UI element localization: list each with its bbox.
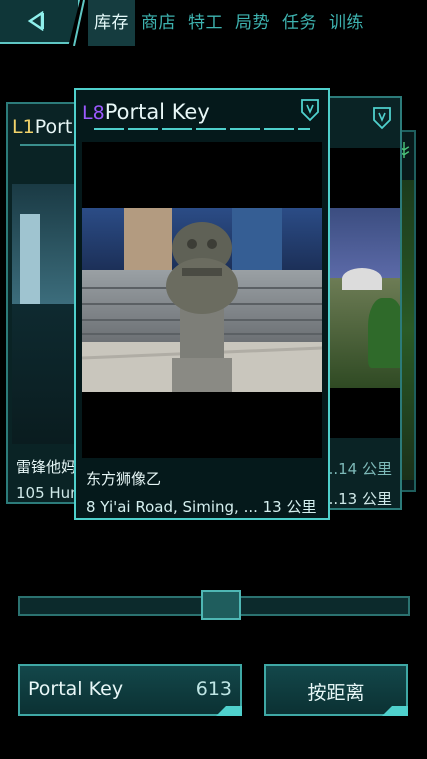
distance-label: ...13 公里 xyxy=(323,490,392,508)
portal-photo xyxy=(328,148,400,438)
item-count: 613 xyxy=(195,678,232,700)
corner-accent xyxy=(216,706,242,716)
shield-icon xyxy=(301,99,319,122)
portal-address: 8 Yi'ai Road, Siming, ... 13 公里 xyxy=(86,498,317,516)
title-underline xyxy=(94,128,310,130)
slider-thumb[interactable] xyxy=(201,590,242,620)
tab-bar: 库存 商店 特工 局势 任务 训练 xyxy=(88,0,370,46)
corner-accent xyxy=(382,706,408,716)
level-label: L1 xyxy=(12,116,35,138)
portal-key-card-right[interactable]: d,...14 公里 ...13 公里 xyxy=(318,96,402,510)
back-arrow-icon xyxy=(27,11,44,31)
portal-photo-frame xyxy=(82,142,322,458)
card-title: Portal Key xyxy=(104,100,210,124)
portal-name: 雷锋他妈 xyxy=(16,458,77,476)
portal-name: 东方狮像乙 xyxy=(86,470,162,488)
tab-missions[interactable]: 任务 xyxy=(276,0,323,46)
sort-label: 按距离 xyxy=(307,682,365,704)
title-underline xyxy=(20,144,80,146)
shield-icon xyxy=(373,107,391,130)
portal-address: 105 Hun xyxy=(16,484,80,502)
tab-store[interactable]: 商店 xyxy=(135,0,182,46)
card-title: Port xyxy=(34,116,73,138)
tab-training[interactable]: 训练 xyxy=(323,0,370,46)
level-label: L8 xyxy=(82,102,105,124)
sort-by-distance-button[interactable]: 按距离 xyxy=(264,664,408,716)
top-bar: 库存 商店 特工 局势 任务 训练 xyxy=(0,0,427,46)
back-button[interactable] xyxy=(0,0,80,44)
portal-key-card-selected[interactable]: L8Portal Key 东方狮像乙 8 Yi'ai Road, Siming,… xyxy=(74,88,330,520)
tab-situation[interactable]: 局势 xyxy=(229,0,276,46)
portal-photo xyxy=(82,208,322,392)
tab-inventory[interactable]: 库存 xyxy=(88,0,135,46)
item-type-button[interactable]: Portal Key 613 xyxy=(18,664,242,716)
divider-slash xyxy=(73,0,85,46)
tab-agent[interactable]: 特工 xyxy=(182,0,229,46)
item-type-label: Portal Key xyxy=(28,678,124,700)
